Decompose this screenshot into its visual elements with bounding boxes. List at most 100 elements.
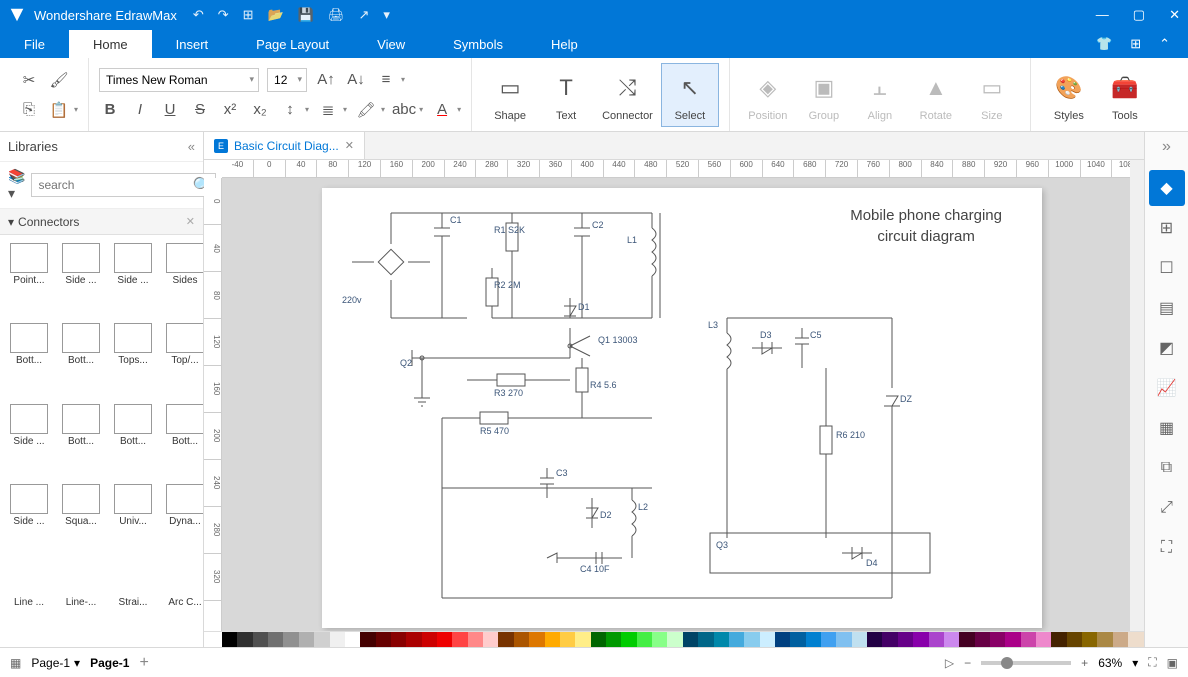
page-thumbnails-icon[interactable]: ▦ bbox=[10, 656, 21, 670]
library-list-icon[interactable]: 📚 ▾ bbox=[8, 168, 25, 202]
color-swatch[interactable] bbox=[529, 632, 544, 647]
subscript-icon[interactable]: x₂ bbox=[249, 99, 271, 121]
color-swatch[interactable] bbox=[683, 632, 698, 647]
color-swatch[interactable] bbox=[545, 632, 560, 647]
color-swatch[interactable] bbox=[514, 632, 529, 647]
export-button[interactable]: ↗ bbox=[358, 7, 369, 23]
color-swatch[interactable] bbox=[729, 632, 744, 647]
format-painter-icon[interactable]: 🖌 bbox=[48, 69, 70, 91]
color-swatch[interactable] bbox=[806, 632, 821, 647]
presentation-icon[interactable]: ▷ bbox=[945, 656, 954, 670]
font-family-select[interactable]: Times New Roman bbox=[99, 68, 259, 92]
color-swatch[interactable] bbox=[1113, 632, 1128, 647]
color-swatch[interactable] bbox=[1051, 632, 1066, 647]
bullets-icon[interactable]: ≣ bbox=[317, 99, 339, 121]
document-tab[interactable]: E Basic Circuit Diag... ✕ bbox=[204, 132, 365, 159]
library-shape[interactable]: Sides bbox=[160, 241, 203, 319]
color-swatch[interactable] bbox=[1021, 632, 1036, 647]
menu-symbols[interactable]: Symbols bbox=[429, 30, 527, 58]
format-panel-button[interactable]: ⧉ bbox=[1149, 450, 1185, 486]
vertical-scrollbar[interactable] bbox=[1130, 160, 1144, 631]
color-swatch[interactable] bbox=[591, 632, 606, 647]
zoom-in-button[interactable]: + bbox=[1081, 656, 1088, 670]
color-swatch[interactable] bbox=[422, 632, 437, 647]
color-swatch[interactable] bbox=[560, 632, 575, 647]
library-shape[interactable]: Univ... bbox=[108, 482, 158, 560]
menu-file[interactable]: File bbox=[0, 30, 69, 58]
chart-panel-button[interactable]: 📈 bbox=[1149, 370, 1185, 406]
close-category-icon[interactable]: ✕ bbox=[186, 215, 195, 228]
color-swatch[interactable] bbox=[744, 632, 759, 647]
menu-home[interactable]: Home bbox=[69, 30, 152, 58]
menu-help[interactable]: Help bbox=[527, 30, 602, 58]
open-button[interactable]: 📂 bbox=[268, 7, 284, 23]
redo-button[interactable]: ↷ bbox=[218, 7, 229, 23]
color-swatch[interactable] bbox=[498, 632, 513, 647]
font-size-select[interactable]: 12 bbox=[267, 68, 307, 92]
color-swatch[interactable] bbox=[836, 632, 851, 647]
table-panel-button[interactable]: ▦ bbox=[1149, 410, 1185, 446]
active-page-tab[interactable]: Page-1 bbox=[90, 656, 129, 670]
color-swatch[interactable] bbox=[345, 632, 360, 647]
layers-panel-button[interactable]: ▤ bbox=[1149, 290, 1185, 326]
library-shape[interactable]: Side ... bbox=[108, 241, 158, 319]
library-shape[interactable]: Line ... bbox=[4, 563, 54, 641]
color-swatch[interactable] bbox=[990, 632, 1005, 647]
canvas[interactable]: Mobile phone chargingcircuit diagram 220… bbox=[222, 178, 1144, 631]
color-swatch[interactable] bbox=[867, 632, 882, 647]
library-shape[interactable]: Tops... bbox=[108, 321, 158, 399]
collapse-libraries-icon[interactable]: « bbox=[188, 139, 195, 154]
undo-button[interactable]: ↶ bbox=[193, 7, 204, 23]
menu-page-layout[interactable]: Page Layout bbox=[232, 30, 353, 58]
font-color-icon[interactable]: A bbox=[431, 99, 453, 121]
color-swatch[interactable] bbox=[975, 632, 990, 647]
color-swatch[interactable] bbox=[821, 632, 836, 647]
library-shape[interactable]: Side ... bbox=[4, 402, 54, 480]
tools-tool[interactable]: 🧰Tools bbox=[1097, 64, 1153, 126]
color-swatch[interactable] bbox=[929, 632, 944, 647]
new-button[interactable]: ⊞ bbox=[243, 7, 254, 23]
color-swatch[interactable] bbox=[575, 632, 590, 647]
color-swatch[interactable] bbox=[714, 632, 729, 647]
page[interactable]: Mobile phone chargingcircuit diagram 220… bbox=[322, 188, 1042, 628]
add-page-button[interactable]: + bbox=[139, 654, 148, 672]
increase-font-icon[interactable]: A↑ bbox=[315, 69, 337, 91]
distribute-panel-button[interactable]: ⤢ bbox=[1149, 490, 1185, 526]
close-tab-icon[interactable]: ✕ bbox=[345, 139, 354, 152]
color-swatch[interactable] bbox=[283, 632, 298, 647]
italic-icon[interactable]: I bbox=[129, 99, 151, 121]
color-swatch[interactable] bbox=[898, 632, 913, 647]
print-button[interactable]: 🖨 bbox=[328, 7, 345, 23]
save-button[interactable]: 💾 bbox=[298, 7, 314, 23]
grid-icon[interactable]: ⊞ bbox=[1130, 36, 1141, 52]
library-shape[interactable]: Strai... bbox=[108, 563, 158, 641]
color-swatch[interactable] bbox=[606, 632, 621, 647]
library-shape[interactable]: Bott... bbox=[160, 402, 203, 480]
bold-icon[interactable]: B bbox=[99, 99, 121, 121]
library-shape[interactable]: Dyna... bbox=[160, 482, 203, 560]
image-panel-button[interactable]: ☐ bbox=[1149, 250, 1185, 286]
text-tool[interactable]: TText bbox=[538, 64, 594, 126]
color-swatch[interactable] bbox=[437, 632, 452, 647]
zoom-out-button[interactable]: − bbox=[964, 656, 971, 670]
color-swatch[interactable] bbox=[882, 632, 897, 647]
color-swatch[interactable] bbox=[299, 632, 314, 647]
maximize-button[interactable]: ▢ bbox=[1133, 7, 1145, 23]
cut-icon[interactable]: ✂ bbox=[18, 69, 40, 91]
color-swatch[interactable] bbox=[391, 632, 406, 647]
library-shape[interactable]: Point... bbox=[4, 241, 54, 319]
library-shape[interactable]: Bott... bbox=[56, 402, 106, 480]
library-shape[interactable]: Bott... bbox=[108, 402, 158, 480]
color-swatch[interactable] bbox=[468, 632, 483, 647]
align-text-icon[interactable]: ≡ bbox=[375, 69, 397, 91]
theme-panel-button[interactable]: ◆ bbox=[1149, 170, 1185, 206]
highlight-icon[interactable]: 🖍 bbox=[355, 99, 377, 121]
color-swatch[interactable] bbox=[360, 632, 375, 647]
styles-tool[interactable]: 🎨Styles bbox=[1041, 64, 1097, 126]
text-box-icon[interactable]: abc bbox=[393, 99, 415, 121]
color-swatch[interactable] bbox=[944, 632, 959, 647]
strike-icon[interactable]: S bbox=[189, 99, 211, 121]
color-swatch[interactable] bbox=[1128, 632, 1143, 647]
dashboard-panel-button[interactable]: ⊞ bbox=[1149, 210, 1185, 246]
color-swatch[interactable] bbox=[253, 632, 268, 647]
